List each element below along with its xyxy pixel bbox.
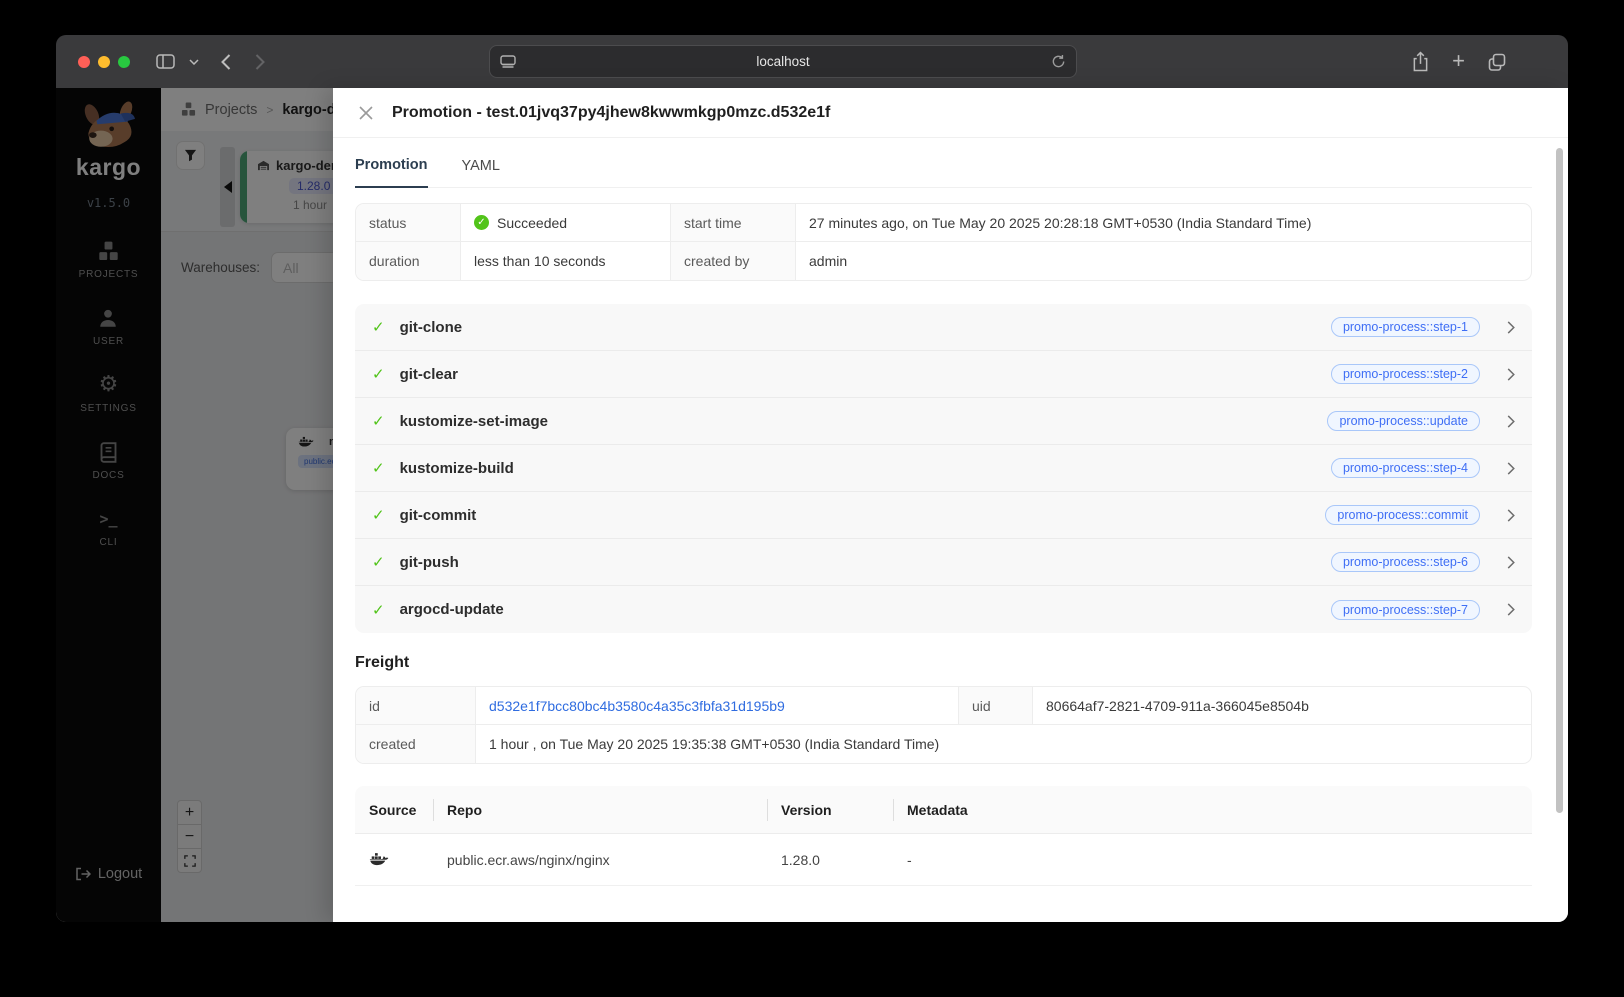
step-row-git-commit[interactable]: ✓ git-commit promo-process::commit [355, 492, 1532, 539]
step-name: argocd-update [399, 601, 504, 618]
sidebar-toggle-icon[interactable] [156, 54, 175, 69]
freight-heading: Freight [355, 654, 410, 671]
promotion-info-table: status ✓ Succeeded start time 27 minutes… [355, 203, 1532, 281]
step-row-git-push[interactable]: ✓ git-push promo-process::step-6 [355, 539, 1532, 586]
check-icon: ✓ [372, 413, 385, 430]
chevron-down-icon[interactable] [189, 58, 199, 65]
reload-icon[interactable] [1051, 54, 1066, 69]
freight-info-table: id d532e1f7bcc80bc4b3580c4a35c3fbfa31d19… [355, 686, 1532, 764]
share-icon[interactable] [1412, 51, 1429, 72]
chevron-right-icon[interactable] [1507, 414, 1515, 428]
page-settings-icon[interactable] [500, 54, 516, 69]
step-name: git-clone [399, 318, 463, 336]
docker-icon [369, 852, 389, 867]
step-badge: promo-process::step-1 [1330, 317, 1480, 337]
chevron-right-icon[interactable] [1507, 461, 1515, 475]
chevron-right-icon[interactable] [1507, 508, 1515, 522]
drawer-tabs: Promotion YAML [355, 141, 1532, 188]
artifact-version-cell: 1.28.0 [781, 851, 820, 868]
check-icon: ✓ [372, 366, 385, 383]
column-header-metadata: Metadata [893, 786, 1532, 833]
browser-window: localhost + Promotion - test.01jvq37py4j… [56, 35, 1568, 922]
success-check-icon: ✓ [474, 215, 489, 230]
tab-yaml[interactable]: YAML [462, 158, 500, 187]
promotion-drawer: Promotion - test.01jvq37py4jhew8kwwmkgp0… [333, 88, 1568, 922]
check-icon: ✓ [372, 319, 385, 336]
freight-id-link[interactable]: d532e1f7bcc80bc4b3580c4a35c3fbfa31d195b9 [489, 698, 785, 714]
freight-uid-label: uid [959, 687, 1033, 725]
drawer-title: Promotion - test.01jvq37py4jhew8kwwmkgp0… [392, 103, 831, 121]
artifact-table-row: public.ecr.aws/nginx/nginx 1.28.0 - [355, 834, 1532, 886]
step-badge: promo-process::step-7 [1330, 599, 1480, 620]
drawer-scrollbar[interactable] [1556, 148, 1563, 813]
freight-uid-value: 80664af7-2821-4709-911a-366045e8504b [1033, 687, 1531, 725]
freight-artifacts-table: Source Repo Version Metadata public.ecr.… [355, 786, 1532, 886]
check-icon: ✓ [372, 601, 385, 619]
address-bar[interactable]: localhost [489, 45, 1077, 78]
check-icon: ✓ [372, 507, 385, 524]
freight-created-label: created [356, 725, 476, 763]
url-text: localhost [756, 54, 810, 69]
step-name: kustomize-build [399, 459, 514, 477]
close-icon[interactable] [359, 105, 373, 120]
start-time-value: 27 minutes ago, on Tue May 20 2025 20:28… [796, 204, 1531, 242]
step-row-kustomize-build[interactable]: ✓ kustomize-build promo-process::step-4 [355, 445, 1532, 492]
chevron-right-icon[interactable] [1507, 603, 1515, 616]
step-row-argocd-update[interactable]: ✓ argocd-update promo-process::step-7 [355, 586, 1532, 633]
freight-created-value: 1 hour , on Tue May 20 2025 19:35:38 GMT… [489, 736, 940, 752]
created-by-label: created by [671, 242, 796, 280]
artifact-metadata-cell: - [907, 851, 912, 868]
duration-label: duration [356, 242, 461, 280]
column-header-source: Source [369, 801, 417, 818]
chevron-right-icon[interactable] [1507, 320, 1515, 334]
tab-overview-icon[interactable] [1488, 53, 1506, 71]
freight-id-value: d532e1f7bcc80bc4b3580c4a35c3fbfa31d195b9 [476, 687, 959, 725]
window-controls [78, 55, 130, 68]
status-value: ✓ Succeeded [461, 204, 671, 242]
created-by-value: admin [809, 253, 848, 269]
tab-promotion[interactable]: Promotion [355, 157, 428, 188]
step-badge: promo-process::step-4 [1330, 458, 1480, 478]
duration-value: less than 10 seconds [461, 242, 671, 280]
check-icon: ✓ [372, 460, 385, 477]
start-time-label: start time [671, 204, 796, 242]
minimize-window-button[interactable] [98, 55, 110, 68]
new-tab-icon[interactable]: + [1452, 49, 1465, 72]
step-name: git-push [399, 553, 459, 571]
zoom-window-button[interactable] [118, 55, 130, 68]
close-window-button[interactable] [78, 55, 90, 68]
chevron-right-icon[interactable] [1507, 555, 1515, 569]
forward-button-icon[interactable] [255, 53, 265, 70]
back-button-icon[interactable] [221, 53, 231, 70]
step-name: git-commit [399, 506, 477, 524]
status-label: status [356, 204, 461, 242]
step-badge: promo-process::step-2 [1330, 364, 1480, 384]
step-badge: promo-process::commit [1325, 505, 1480, 525]
column-header-repo: Repo [433, 786, 767, 833]
step-name: git-clear [399, 365, 458, 383]
step-badge: promo-process::step-6 [1330, 552, 1480, 572]
step-row-git-clear[interactable]: ✓ git-clear promo-process::step-2 [355, 351, 1532, 398]
freight-id-label: id [356, 687, 476, 725]
step-name: kustomize-set-image [399, 412, 548, 430]
promotion-steps-list: ✓ git-clone promo-process::step-1 ✓ git-… [355, 304, 1532, 633]
step-row-git-clone[interactable]: ✓ git-clone promo-process::step-1 [355, 304, 1532, 351]
column-header-version: Version [767, 786, 893, 833]
step-badge: promo-process::update [1327, 411, 1480, 431]
check-icon: ✓ [372, 554, 385, 571]
chevron-right-icon[interactable] [1507, 367, 1515, 381]
step-row-kustomize-set-image[interactable]: ✓ kustomize-set-image promo-process::upd… [355, 398, 1532, 445]
artifact-source-cell [355, 834, 433, 885]
artifact-repo-cell: public.ecr.aws/nginx/nginx [447, 851, 610, 868]
browser-titlebar: localhost + [56, 35, 1568, 88]
